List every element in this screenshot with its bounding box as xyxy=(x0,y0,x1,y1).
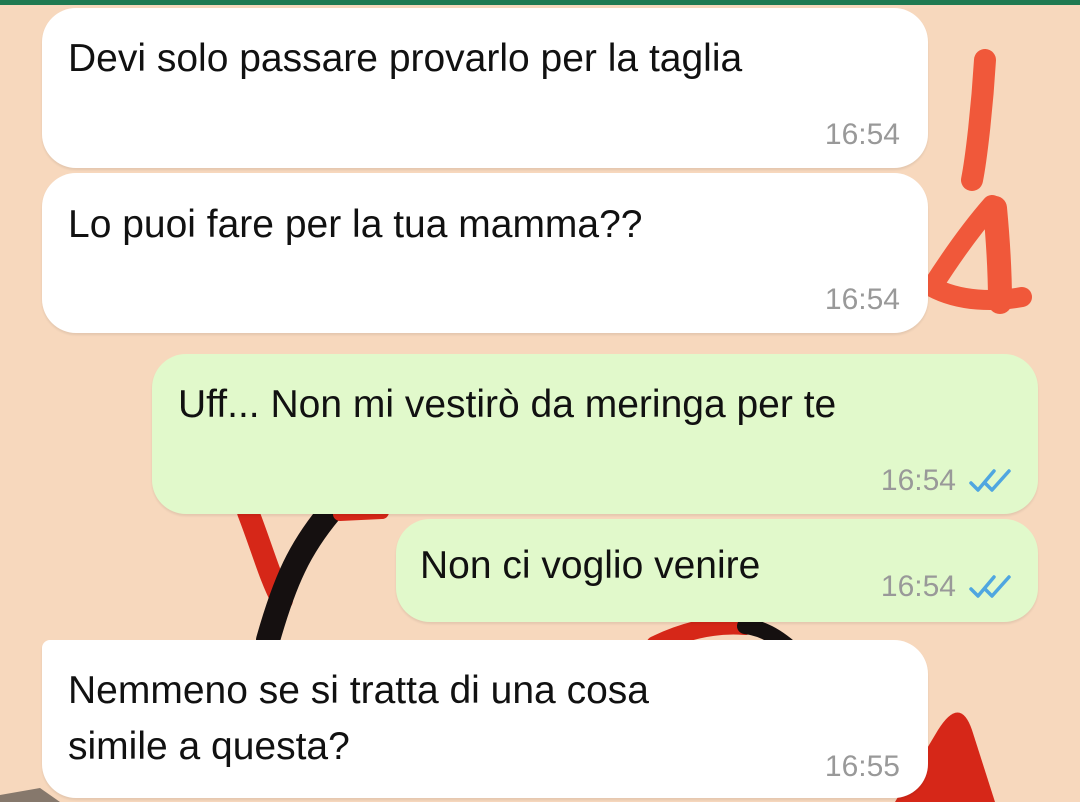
message-bubble-outgoing[interactable]: Uff... Non mi vestirò da meringa per te … xyxy=(152,354,1038,514)
message-bubble-incoming[interactable]: Devi solo passare provarlo per la taglia… xyxy=(42,8,928,168)
message-bubble-incoming[interactable]: Lo puoi fare per la tua mamma?? 16:54 xyxy=(42,173,928,333)
message-timestamp: 16:54 xyxy=(880,570,956,603)
message-text: Devi solo passare provarlo per la taglia xyxy=(68,37,743,80)
message-bubble-outgoing[interactable]: Non ci voglio venire 16:54 xyxy=(396,519,1038,622)
read-double-check-icon xyxy=(969,469,1011,492)
message-bubble-incoming[interactable]: Nemmeno se si tratta di una cosa simile … xyxy=(42,640,928,798)
message-timestamp: 16:54 xyxy=(824,283,900,316)
message-timestamp: 16:55 xyxy=(824,750,900,783)
message-text: Non ci voglio venire xyxy=(420,544,761,587)
message-text-line: Nemmeno se si tratta di una cosa xyxy=(68,669,649,712)
message-text: Lo puoi fare per la tua mamma?? xyxy=(68,203,643,246)
message-text: Uff... Non mi vestirò da meringa per te xyxy=(178,383,837,426)
message-text-line: simile a questa? xyxy=(68,725,350,768)
message-timestamp: 16:54 xyxy=(824,118,900,151)
read-double-check-icon xyxy=(969,575,1011,598)
message-timestamp: 16:54 xyxy=(880,464,956,497)
